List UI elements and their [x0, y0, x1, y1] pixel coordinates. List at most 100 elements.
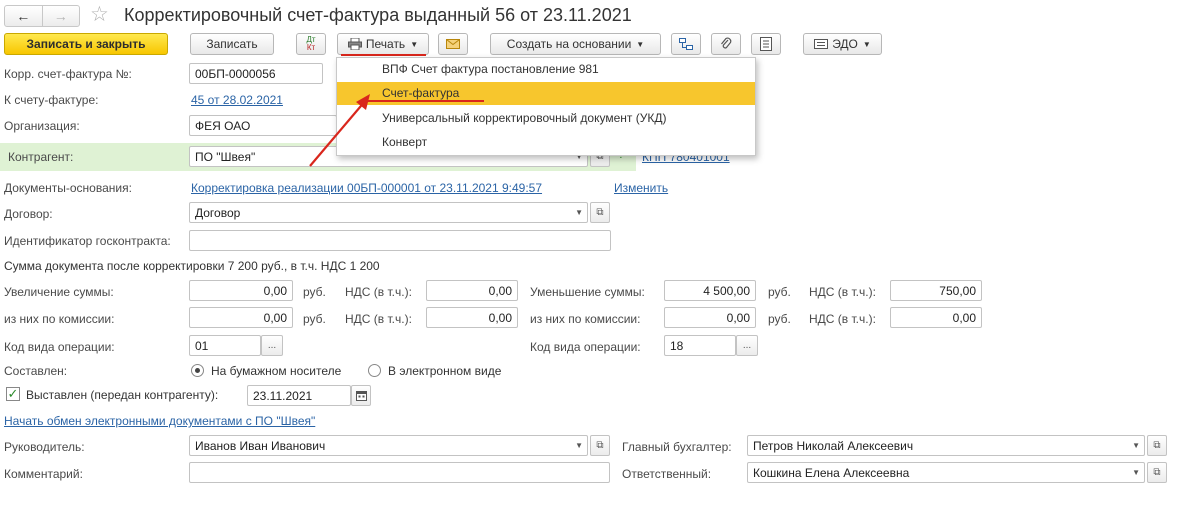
- favorite-star-icon[interactable]: ☆: [90, 3, 109, 27]
- paper-radio[interactable]: [191, 364, 204, 377]
- report-button[interactable]: [751, 33, 781, 55]
- open-accountant-button[interactable]: ⧉: [1147, 435, 1167, 456]
- rub-label: руб.: [303, 312, 326, 326]
- start-edo-exchange-link[interactable]: Начать обмен электронными документами с …: [4, 414, 315, 428]
- save-button[interactable]: Записать: [190, 33, 274, 55]
- corr-invoice-label: Корр. счет-фактура №:: [4, 67, 132, 81]
- gov-contract-label: Идентификатор госконтракта:: [4, 234, 171, 248]
- op-code-select-button[interactable]: ...: [261, 335, 283, 356]
- dropdown-arrow-icon[interactable]: ▼: [575, 441, 583, 450]
- decrease-commission-vat-field[interactable]: 0,00: [890, 307, 982, 328]
- decrease-commission-label: из них по комиссии:: [530, 312, 641, 326]
- edo-label: ЭДО: [832, 37, 858, 51]
- invoice-annotation-underline: [368, 100, 484, 102]
- composed-label: Составлен:: [4, 364, 68, 378]
- paperclip-icon: [721, 37, 732, 49]
- base-documents-label: Документы-основания:: [4, 181, 132, 195]
- printer-icon: [347, 38, 362, 50]
- decrease-vat-field[interactable]: 750,00: [890, 280, 982, 301]
- organization-label: Организация:: [4, 119, 80, 133]
- to-invoice-label: К счету-фактуре:: [4, 93, 99, 107]
- chief-accountant-label: Главный бухгалтер:: [622, 440, 732, 454]
- print-dropdown-menu: ВПФ Счет фактура постановление 981 Счет-…: [336, 57, 756, 156]
- electronic-option-label[interactable]: В электронном виде: [388, 364, 501, 378]
- increase-sum-field[interactable]: 0,00: [189, 280, 293, 301]
- op-code-2-select-button[interactable]: ...: [736, 335, 758, 356]
- increase-commission-vat-field[interactable]: 0,00: [426, 307, 518, 328]
- decrease-label: Уменьшение суммы:: [530, 285, 645, 299]
- op-code-2-label: Код вида операции:: [530, 340, 641, 354]
- annotation-arrow-icon: [309, 94, 370, 167]
- back-button[interactable]: ←: [5, 6, 43, 26]
- decrease-commission-field[interactable]: 0,00: [664, 307, 756, 328]
- print-annotation-underline: [341, 54, 426, 56]
- chief-accountant-value: Петров Николай Алексеевич: [753, 439, 914, 453]
- director-field[interactable]: Иванов Иван Иванович ▼: [189, 435, 588, 456]
- responsible-value: Кошкина Елена Алексеевна: [753, 466, 910, 480]
- to-invoice-link[interactable]: 45 от 28.02.2021: [191, 93, 283, 107]
- director-value: Иванов Иван Иванович: [195, 439, 326, 453]
- dropdown-arrow-icon[interactable]: ▼: [575, 208, 583, 217]
- print-button[interactable]: Печать ▼: [337, 33, 429, 55]
- dropdown-arrow-icon[interactable]: ▼: [1132, 441, 1140, 450]
- print-label: Печать: [365, 37, 406, 51]
- structure-icon: [679, 38, 693, 50]
- op-code-field[interactable]: 01: [189, 335, 261, 356]
- menu-item-vpf-invoice[interactable]: ВПФ Счет фактура постановление 981: [337, 58, 755, 81]
- forward-button[interactable]: →: [43, 6, 80, 26]
- op-code-2-field[interactable]: 18: [664, 335, 736, 356]
- dropdown-arrow-icon[interactable]: ▼: [1132, 468, 1140, 477]
- chevron-down-icon: ▼: [862, 39, 871, 49]
- chief-accountant-field[interactable]: Петров Николай Алексеевич ▼: [747, 435, 1145, 456]
- issued-date-field[interactable]: 23.11.2021: [247, 385, 351, 406]
- envelope-icon: [446, 39, 460, 49]
- comment-label: Комментарий:: [4, 467, 83, 481]
- increase-label: Увеличение суммы:: [4, 285, 114, 299]
- document-list-icon: [760, 37, 772, 51]
- rub-label: руб.: [768, 312, 791, 326]
- attach-button[interactable]: [711, 33, 741, 55]
- edo-button[interactable]: ЭДО ▼: [803, 33, 882, 55]
- vat-label: НДС (в т.ч.):: [345, 285, 412, 299]
- vat-label: НДС (в т.ч.):: [809, 312, 876, 326]
- open-director-button[interactable]: ⧉: [590, 435, 610, 456]
- rub-label: руб.: [303, 285, 326, 299]
- open-responsible-button[interactable]: ⧉: [1147, 462, 1167, 483]
- change-link[interactable]: Изменить: [614, 181, 668, 195]
- contract-label: Договор:: [4, 207, 53, 221]
- chevron-down-icon: ▼: [410, 39, 419, 49]
- create-based-on-button[interactable]: Создать на основании ▼: [490, 33, 661, 55]
- kt-label: Кт: [306, 43, 316, 52]
- director-label: Руководитель:: [4, 440, 85, 454]
- increase-commission-label: из них по комиссии:: [4, 312, 115, 326]
- comment-field[interactable]: [189, 462, 610, 483]
- save-and-close-button[interactable]: Записать и закрыть: [4, 33, 168, 55]
- counterparty-label: Контрагент:: [8, 150, 74, 164]
- electronic-radio[interactable]: [368, 364, 381, 377]
- calendar-button[interactable]: [351, 385, 371, 406]
- base-document-link[interactable]: Корректировка реализации 00БП-000001 от …: [191, 181, 542, 195]
- menu-item-envelope[interactable]: Конверт: [337, 131, 755, 154]
- calendar-icon: [355, 391, 367, 401]
- responsible-label: Ответственный:: [622, 467, 712, 481]
- menu-item-ukd[interactable]: Универсальный корректировочный документ …: [337, 107, 755, 130]
- paper-option-label[interactable]: На бумажном носителе: [211, 364, 341, 378]
- email-button[interactable]: [438, 33, 468, 55]
- corr-invoice-number-field[interactable]: 00БП-0000056: [189, 63, 323, 84]
- decrease-sum-field[interactable]: 4 500,00: [664, 280, 756, 301]
- increase-commission-field[interactable]: 0,00: [189, 307, 293, 328]
- dt-kt-button[interactable]: Дт Кт: [296, 33, 326, 55]
- counterparty-value: ПО "Швея": [195, 150, 256, 164]
- structure-button[interactable]: [671, 33, 701, 55]
- gov-contract-field[interactable]: [189, 230, 611, 251]
- issued-checkbox[interactable]: ✓: [6, 387, 20, 401]
- chevron-down-icon: ▼: [636, 39, 645, 49]
- create-based-on-label: Создать на основании: [506, 37, 632, 51]
- edo-icon: [814, 39, 829, 49]
- rub-label: руб.: [768, 285, 791, 299]
- open-contract-button[interactable]: ⧉: [590, 202, 610, 223]
- document-sum-text: Сумма документа после корректировки 7 20…: [4, 259, 380, 273]
- increase-vat-field[interactable]: 0,00: [426, 280, 518, 301]
- responsible-field[interactable]: Кошкина Елена Алексеевна ▼: [747, 462, 1145, 483]
- contract-field[interactable]: Договор ▼: [189, 202, 588, 223]
